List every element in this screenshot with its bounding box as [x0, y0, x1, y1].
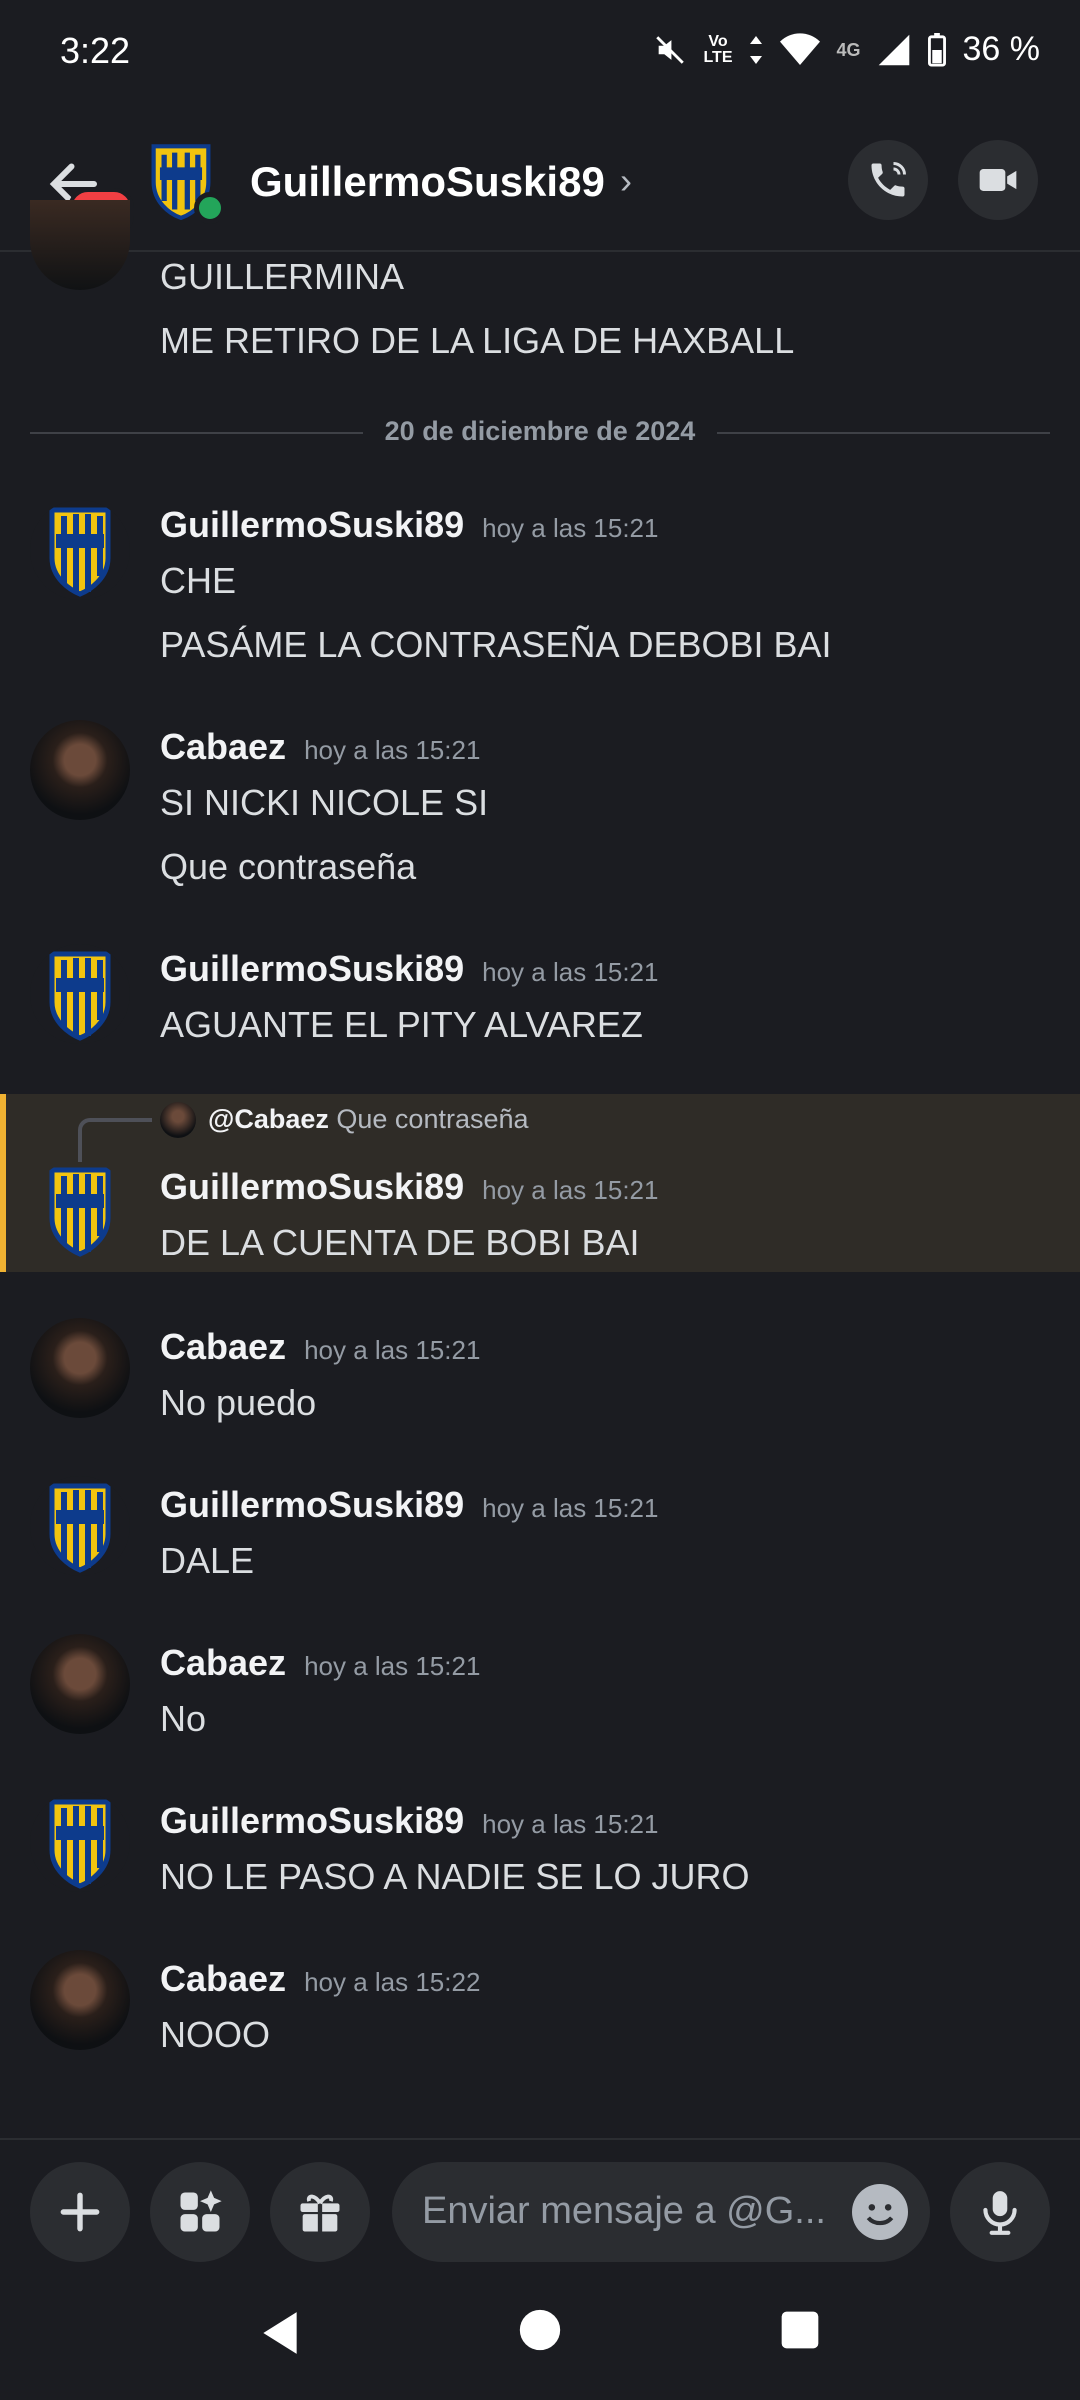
- header-title[interactable]: GuillermoSuski89: [250, 158, 605, 206]
- voice-call-button[interactable]: [848, 140, 928, 220]
- message-text: GUILLERMINA: [160, 256, 405, 297]
- message-text: No puedo: [160, 1382, 317, 1423]
- status-time: 3:22: [60, 30, 131, 71]
- status-bar: 3:22 Vo LTE 4G 36 %: [0, 0, 1080, 110]
- avatar-cabaez-partial[interactable]: [30, 200, 130, 290]
- date-divider: 20 de diciembre de 2024: [0, 416, 1080, 447]
- network-type: 4G: [836, 39, 861, 60]
- message-input-placeholder: Enviar mensaje a @G...: [422, 2190, 826, 2232]
- phone-icon: [871, 162, 906, 197]
- message-timestamp: hoy a las 15:22: [304, 1967, 481, 1997]
- composer-divider: [0, 2138, 1080, 2140]
- message-author: GuillermoSuski89 hoy a las 15:21: [160, 1166, 659, 1207]
- message-timestamp: hoy a las 15:21: [482, 957, 659, 987]
- gift-icon: [300, 2194, 340, 2232]
- avatar-cabaez[interactable]: [30, 720, 130, 820]
- message-text: DALE: [160, 1540, 255, 1581]
- message-text: CHE: [160, 560, 237, 601]
- nav-home-icon[interactable]: [518, 2308, 562, 2352]
- message-author: GuillermoSuski89 hoy a las 15:21: [160, 948, 659, 989]
- mute-icon: [656, 35, 685, 64]
- message-timestamp: hoy a las 15:21: [482, 1809, 659, 1839]
- avatar-guillermosuski89[interactable]: [30, 1160, 130, 1260]
- message-author: Cabaez hoy a las 15:21: [160, 726, 481, 767]
- message-text: ME RETIRO DE LA LIGA DE HAXBALL: [160, 320, 795, 361]
- message-text: NO LE PASO A NADIE SE LO JURO: [160, 1856, 750, 1897]
- video-camera-icon: [979, 169, 1017, 191]
- system-nav-bar: [0, 2280, 1080, 2400]
- message-author: Cabaez hoy a las 15:21: [160, 1326, 481, 1367]
- online-status-dot: [194, 192, 226, 224]
- message-text: Que contraseña: [160, 846, 417, 887]
- message-text: No: [160, 1698, 207, 1739]
- message-author: Cabaez hoy a las 15:21: [160, 1642, 481, 1683]
- nav-back-icon[interactable]: [258, 2308, 302, 2358]
- message-timestamp: hoy a las 15:21: [304, 735, 481, 765]
- reply-preview[interactable]: @Cabaez Que contraseña: [208, 1104, 529, 1135]
- message-text: NOOO: [160, 2014, 271, 2055]
- avatar-guillermosuski89[interactable]: [30, 944, 130, 1044]
- chevron-right-icon[interactable]: ›: [620, 160, 632, 202]
- message-text: AGUANTE EL PITY ALVAREZ: [160, 1004, 643, 1045]
- signal-icon: [878, 34, 909, 65]
- message-author: GuillermoSuski89 hoy a las 15:21: [160, 1484, 659, 1525]
- reply-connector: [78, 1118, 152, 1162]
- message-timestamp: hoy a las 15:21: [482, 1175, 659, 1205]
- message-input[interactable]: Enviar mensaje a @G...: [392, 2162, 930, 2262]
- nav-recents-icon[interactable]: [780, 2310, 820, 2350]
- reply-avatar: [160, 1102, 196, 1138]
- message-timestamp: hoy a las 15:21: [482, 1493, 659, 1523]
- apps-icon: [180, 2190, 222, 2232]
- emoji-icon[interactable]: [852, 2184, 908, 2240]
- message-text: PASÁME LA CONTRASEÑA DEBOBI BAI: [160, 624, 832, 665]
- apps-button[interactable]: [150, 2162, 250, 2262]
- plus-icon: [60, 2192, 100, 2232]
- message-author: GuillermoSuski89 hoy a las 15:21: [160, 1800, 659, 1841]
- avatar-guillermosuski89[interactable]: [30, 500, 130, 600]
- status-icons: Vo LTE 4G 36 %: [653, 30, 1040, 69]
- voice-message-button[interactable]: [950, 2162, 1050, 2262]
- avatar-guillermosuski89[interactable]: [30, 1792, 130, 1892]
- battery-percent: 36 %: [962, 30, 1041, 68]
- data-arrows-icon: [750, 35, 763, 64]
- gift-button[interactable]: [270, 2162, 370, 2262]
- battery-icon: [927, 32, 946, 67]
- avatar-cabaez[interactable]: [30, 1950, 130, 2050]
- microphone-icon: [983, 2191, 1017, 2235]
- message-author: Cabaez hoy a las 15:22: [160, 1958, 481, 1999]
- avatar-cabaez[interactable]: [30, 1634, 130, 1734]
- add-attachment-button[interactable]: [30, 2162, 130, 2262]
- message-timestamp: hoy a las 15:21: [304, 1335, 481, 1365]
- message-author: GuillermoSuski89 hoy a las 15:21: [160, 504, 659, 545]
- message-timestamp: hoy a las 15:21: [304, 1651, 481, 1681]
- avatar-cabaez[interactable]: [30, 1318, 130, 1418]
- video-call-button[interactable]: [958, 140, 1038, 220]
- message-text: DE LA CUENTA DE BOBI BAI: [160, 1222, 640, 1263]
- message-text: SI NICKI NICOLE SI: [160, 782, 489, 823]
- volte-icon: Vo LTE: [703, 32, 733, 66]
- wifi-icon: [780, 32, 821, 65]
- message-timestamp: hoy a las 15:21: [482, 513, 659, 543]
- avatar-guillermosuski89[interactable]: [30, 1476, 130, 1576]
